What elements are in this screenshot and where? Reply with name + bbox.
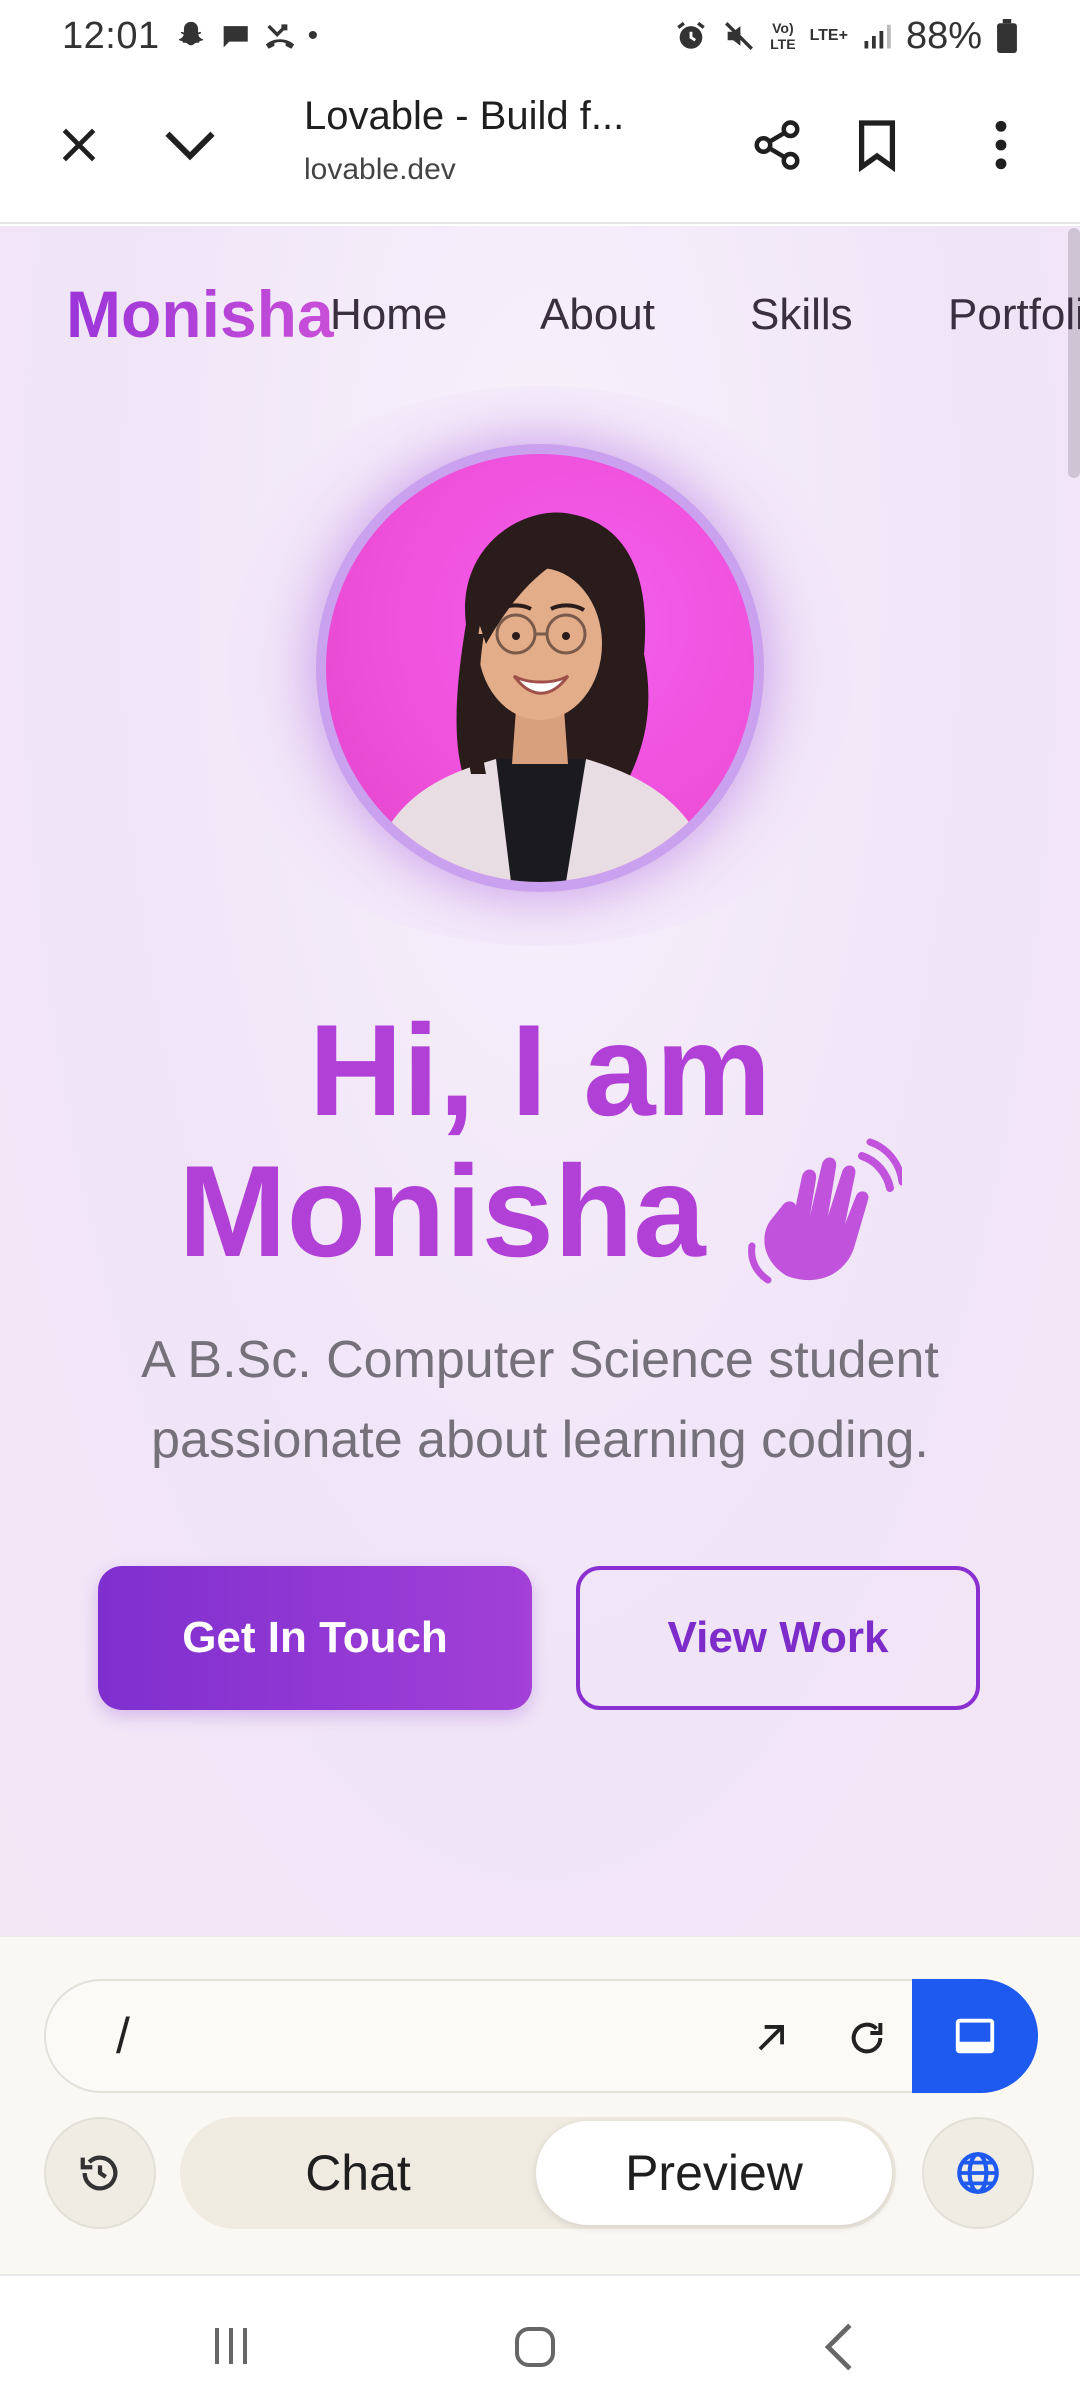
status-dot: • [307, 19, 319, 52]
battery-icon [997, 19, 1017, 53]
back-chevron-icon [824, 2323, 852, 2371]
signal-icon [864, 24, 891, 49]
bookmark-button[interactable] [842, 110, 912, 180]
recent-apps-button[interactable] [196, 2316, 266, 2376]
status-left: 12:01 • [62, 15, 319, 58]
tab-preview[interactable]: Preview [536, 2121, 892, 2225]
get-in-touch-button[interactable]: Get In Touch [98, 1566, 532, 1710]
tab-chat[interactable]: Chat [180, 2117, 536, 2229]
hero-heading-line2: Monisha [178, 1138, 706, 1284]
missed-call-icon [265, 24, 294, 49]
tab-title-area[interactable]: Lovable - Build f... lovable.dev [304, 94, 724, 187]
close-icon [62, 128, 96, 162]
lte-plus-label: LTE+ [809, 27, 848, 44]
home-icon [515, 2327, 555, 2367]
more-vertical-icon [995, 120, 1007, 170]
device-view-button[interactable] [912, 1979, 1038, 2093]
alarm-icon [677, 21, 705, 49]
history-icon [80, 2155, 118, 2191]
profile-photo [326, 454, 754, 882]
publish-button[interactable] [922, 2117, 1034, 2229]
open-external-button[interactable] [736, 2003, 806, 2073]
status-time: 12:01 [62, 14, 160, 57]
home-button[interactable] [500, 2312, 570, 2382]
hero-heading: Hi, I am Monisha [0, 1004, 1080, 1286]
nav-link-home[interactable]: Home [330, 290, 447, 340]
chat-bubble-icon [221, 26, 248, 48]
nav-link-skills[interactable]: Skills [750, 290, 853, 340]
preview-panel: / Chat Preview [0, 1936, 1080, 2274]
status-right: Vo) LTE LTE+ 88% [674, 15, 1018, 58]
close-tab-button[interactable] [44, 110, 114, 180]
share-button[interactable] [742, 110, 812, 180]
back-button[interactable] [804, 2312, 874, 2382]
site-nav: Monisha Home About Skills Portfolio [0, 276, 1080, 356]
nav-link-about[interactable]: About [540, 290, 655, 340]
arrow-up-right-icon [758, 2025, 784, 2051]
site-brand[interactable]: Monisha [66, 276, 334, 352]
portrait-illustration [366, 512, 716, 882]
bookmark-icon [858, 120, 896, 172]
preview-url-bar[interactable]: / [44, 1979, 1038, 2093]
device-icon [955, 2018, 995, 2054]
mute-icon [725, 22, 754, 50]
hero-subtitle: A B.Sc. Computer Science student passion… [141, 1331, 939, 1469]
volte-label: Vo) LTE [770, 20, 796, 52]
chevron-down-icon [165, 131, 215, 161]
view-work-button[interactable]: View Work [576, 1566, 980, 1710]
preview-path[interactable]: / [116, 2007, 130, 2065]
waving-hand-icon [747, 1138, 902, 1284]
refresh-icon [851, 2022, 883, 2054]
page-title: Lovable - Build f... [304, 94, 625, 138]
reload-button[interactable] [832, 2003, 902, 2073]
nav-link-portfolio[interactable]: Portfolio [948, 290, 1080, 340]
page-url: lovable.dev [304, 153, 456, 186]
browser-toolbar: Lovable - Build f... lovable.dev [0, 72, 1080, 224]
chat-preview-toggle: Chat Preview [180, 2117, 896, 2229]
battery-percent: 88% [905, 14, 982, 57]
globe-icon [957, 2152, 999, 2194]
recents-icon [215, 2328, 247, 2364]
minimize-tab-button[interactable] [155, 110, 225, 180]
history-button[interactable] [44, 2117, 156, 2229]
snapchat-icon [178, 21, 203, 46]
system-nav-bar [0, 2274, 1080, 2408]
share-icon [754, 120, 800, 170]
status-bar: 12:01 • Vo) LTE LTE+ 88% [0, 0, 1080, 72]
web-page: Monisha Home About Skills Portfolio [0, 226, 1080, 1936]
notification-icons: • [174, 19, 319, 53]
more-options-button[interactable] [966, 110, 1036, 180]
hero-heading-line1: Hi, I am [308, 997, 772, 1143]
hero-heading-line2-wrap: Monisha [178, 1136, 902, 1286]
